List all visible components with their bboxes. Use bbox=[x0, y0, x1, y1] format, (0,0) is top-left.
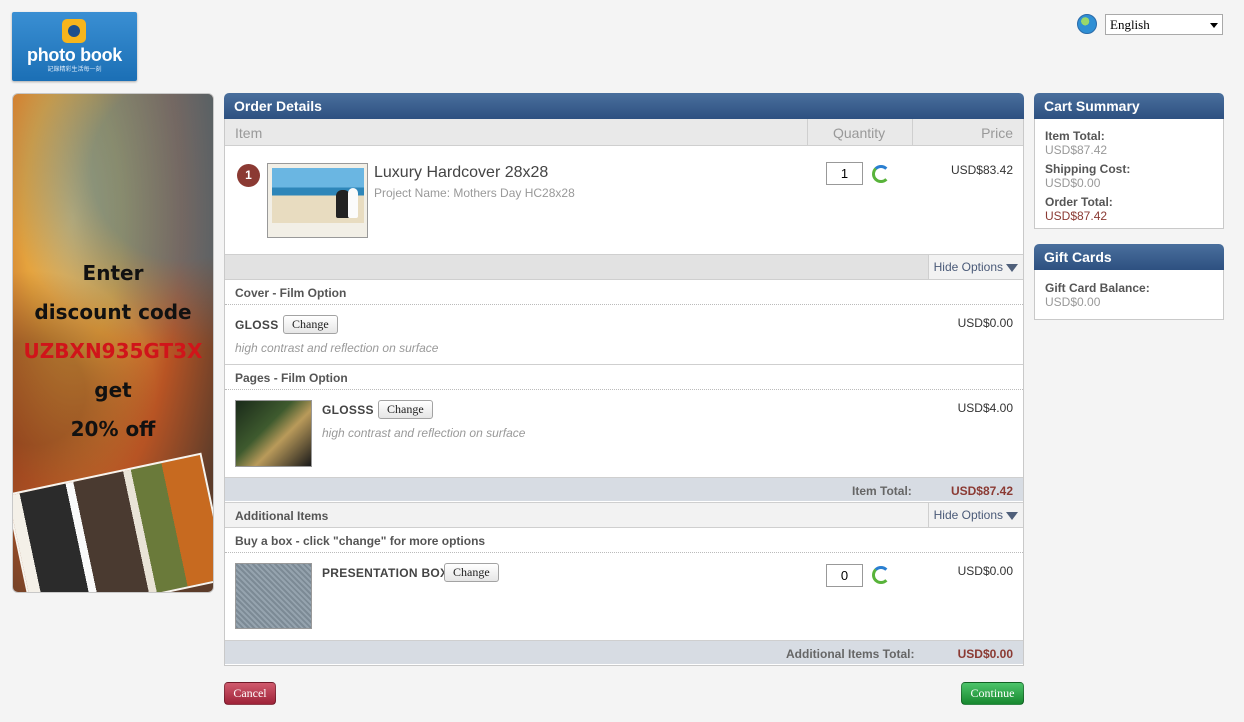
box-price: USD$0.00 bbox=[957, 564, 1013, 578]
logo-tagline: 記錄精彩生活每一刻 bbox=[47, 67, 102, 73]
pages-thumbnail bbox=[235, 400, 312, 467]
hide-options-button[interactable]: Hide Options bbox=[927, 255, 1023, 279]
logo-text: photo book bbox=[27, 45, 122, 65]
chevron-down-icon bbox=[1210, 23, 1218, 28]
pages-option-desc: high contrast and reflection on surface bbox=[322, 426, 526, 440]
presentation-box-thumbnail bbox=[235, 563, 312, 629]
gift-cards-title: Gift Cards bbox=[1044, 249, 1112, 265]
additional-total-row: Additional Items Total: USD$0.00 bbox=[225, 640, 1023, 664]
divider bbox=[225, 389, 1023, 390]
shipping-cost-label: Shipping Cost: bbox=[1045, 162, 1131, 176]
project-name: Project Name: Mothers Day HC28x28 bbox=[374, 186, 575, 200]
pages-change-button[interactable]: Change bbox=[378, 400, 433, 419]
presentation-box-name: PRESENTATION BOX bbox=[322, 566, 449, 580]
additional-hide-options-button[interactable]: Hide Options bbox=[927, 503, 1023, 527]
language-select[interactable]: English bbox=[1105, 14, 1223, 35]
order-details-panel: Item Quantity Price 1 Luxury Hardcover 2… bbox=[224, 119, 1024, 666]
additional-items-title: Additional Items bbox=[235, 509, 329, 523]
column-divider bbox=[912, 119, 913, 146]
cart-item-total-label: Item Total: bbox=[1045, 129, 1105, 143]
cart-summary-header: Cart Summary bbox=[1034, 93, 1224, 120]
continue-button[interactable]: Continue bbox=[961, 682, 1024, 705]
divider bbox=[225, 364, 1023, 365]
banner-discount-code: UZBXN935GT3X bbox=[23, 339, 203, 363]
product-name: Luxury Hardcover 28x28 bbox=[374, 164, 549, 181]
gift-cards-header: Gift Cards bbox=[1034, 244, 1224, 271]
cart-summary-panel: Item Total: USD$87.42 Shipping Cost: USD… bbox=[1034, 119, 1224, 229]
gift-cards-panel: Gift Card Balance: USD$0.00 bbox=[1034, 270, 1224, 320]
gift-balance-label: Gift Card Balance: bbox=[1045, 281, 1150, 295]
shipping-cost-value: USD$0.00 bbox=[1045, 176, 1101, 190]
banner-line-enter: Enter bbox=[82, 261, 144, 285]
order-details-title: Order Details bbox=[234, 98, 322, 114]
item-number-badge: 1 bbox=[237, 164, 260, 187]
cover-option-price: USD$0.00 bbox=[957, 316, 1013, 330]
column-divider bbox=[807, 119, 808, 146]
globe-icon bbox=[1077, 14, 1097, 34]
thumbnail-photo bbox=[272, 168, 364, 223]
column-quantity: Quantity bbox=[833, 125, 886, 141]
pages-option-price: USD$4.00 bbox=[957, 401, 1013, 415]
cover-option-desc: high contrast and reflection on surface bbox=[235, 341, 439, 355]
box-section-title: Buy a box - click "change" for more opti… bbox=[235, 534, 486, 548]
hide-options-label: Hide Options bbox=[933, 260, 1003, 274]
order-total-value: USD$87.42 bbox=[1045, 209, 1108, 223]
cancel-button[interactable]: Cancel bbox=[224, 682, 276, 705]
banner-text: Enter discount code UZBXN935GT3X get 20%… bbox=[13, 254, 213, 449]
product-thumbnail[interactable] bbox=[267, 163, 368, 238]
refresh-icon[interactable] bbox=[870, 165, 890, 185]
gift-balance-value: USD$0.00 bbox=[1045, 295, 1101, 309]
logo[interactable]: photo book 記錄精彩生活每一刻 bbox=[12, 12, 137, 81]
additional-items-bar: Additional Items Hide Options bbox=[225, 502, 1023, 528]
additional-total-label: Additional Items Total: bbox=[786, 647, 915, 661]
language-selected: English bbox=[1110, 17, 1150, 32]
product-price: USD$83.42 bbox=[950, 163, 1013, 177]
pages-option-name: GLOSSS bbox=[322, 403, 374, 417]
refresh-icon[interactable] bbox=[870, 566, 890, 586]
options-bar: Hide Options bbox=[225, 254, 1023, 280]
triangle-down-icon bbox=[1006, 264, 1018, 272]
quantity-input[interactable]: 1 bbox=[826, 162, 863, 185]
cart-item-total-value: USD$87.42 bbox=[1045, 143, 1108, 157]
divider bbox=[225, 552, 1023, 553]
column-price: Price bbox=[981, 125, 1013, 141]
column-headers: Item Quantity Price bbox=[225, 119, 1023, 146]
order-details-header: Order Details bbox=[224, 93, 1024, 120]
box-quantity-input[interactable]: 0 bbox=[826, 564, 863, 587]
box-change-button[interactable]: Change bbox=[444, 563, 499, 582]
triangle-down-icon bbox=[1006, 512, 1018, 520]
item-total-label: Item Total: bbox=[852, 484, 912, 498]
item-total-row: Item Total: USD$87.42 bbox=[225, 477, 1023, 501]
cover-option-name: GLOSS bbox=[235, 318, 279, 332]
logo-icon bbox=[62, 19, 86, 43]
banner-line-percent: 20% off bbox=[70, 417, 156, 441]
cart-summary-title: Cart Summary bbox=[1044, 98, 1140, 114]
column-item: Item bbox=[235, 125, 263, 141]
pages-section-title: Pages - Film Option bbox=[235, 371, 348, 385]
banner-line-discount: discount code bbox=[34, 300, 192, 324]
thumbnail-figure bbox=[348, 188, 358, 218]
additional-total-value: USD$0.00 bbox=[957, 647, 1013, 661]
banner-line-get: get bbox=[94, 378, 132, 402]
discount-banner[interactable]: Enter discount code UZBXN935GT3X get 20%… bbox=[12, 93, 214, 593]
divider bbox=[225, 304, 1023, 305]
cover-change-button[interactable]: Change bbox=[283, 315, 338, 334]
hide-options-label: Hide Options bbox=[933, 508, 1003, 522]
cover-section-title: Cover - Film Option bbox=[235, 286, 347, 300]
order-total-label: Order Total: bbox=[1045, 195, 1113, 209]
item-total-value: USD$87.42 bbox=[950, 484, 1013, 498]
